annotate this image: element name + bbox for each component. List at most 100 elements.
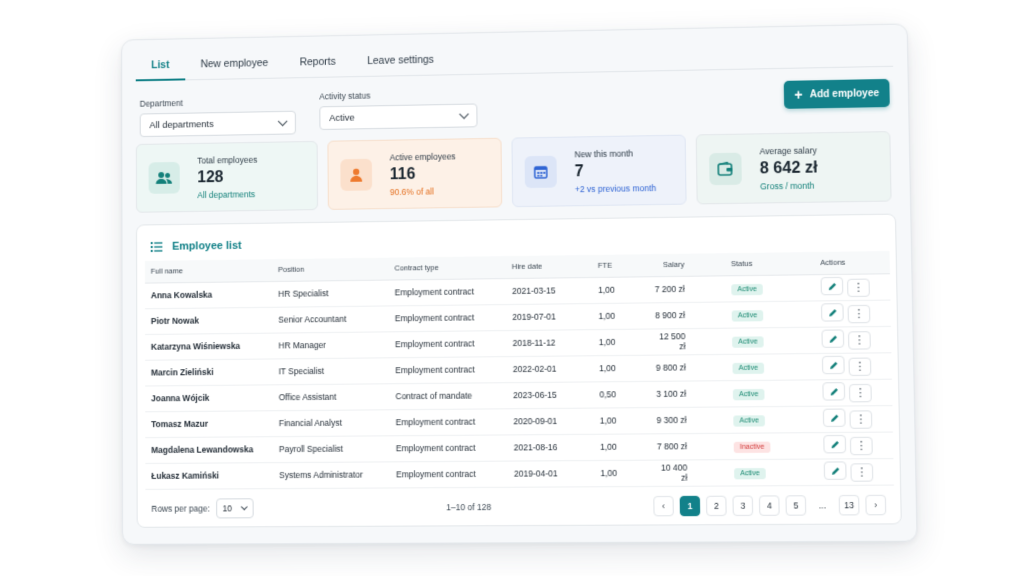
more-vertical-icon: ⋮ [852,281,865,294]
more-button[interactable]: ⋮ [847,278,870,298]
panel-title-text: Employee list [172,239,242,253]
more-button[interactable]: ⋮ [849,436,873,456]
rows-per-page-select[interactable]: 10 [215,498,254,519]
cell-hire-date: 2018-11-12 [506,329,593,357]
prev-page-button[interactable]: ‹ [653,495,674,517]
more-vertical-icon: ⋮ [853,307,865,320]
cell-full-name: Joanna Wójcik [145,384,273,412]
activity-filter: Activity status Active [319,89,478,131]
more-button[interactable]: ⋮ [848,383,872,403]
col-fte[interactable]: FTE [591,254,645,278]
edit-button[interactable] [820,276,844,296]
cell-fte: 1,00 [592,354,646,382]
col-contract-type[interactable]: Contract type [388,256,506,280]
edit-button[interactable] [823,461,847,480]
more-button[interactable]: ⋮ [847,304,871,324]
more-vertical-icon: ⋮ [854,386,867,399]
cell-hire-date: 2021-03-15 [505,277,593,305]
cell-position: Payroll Specialist [272,435,391,463]
col-status[interactable]: Status [724,252,815,276]
more-button[interactable]: ⋮ [848,357,872,377]
panel-title: Employee list [150,239,242,253]
status-badge: Active [733,415,766,427]
cell-actions: ⋮ [814,299,891,327]
department-filter: Department All departments [139,96,296,138]
edit-button[interactable] [823,434,847,454]
cell-contract-type: Employment contract [388,304,507,332]
cell-hire-date: 2020-09-01 [507,407,594,435]
cell-salary: 10 400 zł [646,459,729,486]
page-button[interactable]: 13 [838,494,860,516]
department-label: Department [139,98,183,109]
page-button[interactable]: 4 [758,495,780,516]
activity-select[interactable]: Active [319,103,478,131]
cell-salary: 12 500 zł [644,327,727,355]
cell-hire-date: 2022-02-01 [506,355,594,383]
edit-button[interactable] [820,303,844,322]
cell-fte: 1,00 [591,276,645,304]
chevron-down-icon [240,503,248,511]
more-vertical-icon: ⋮ [856,465,868,479]
user-icon [340,158,373,191]
cell-contract-type: Employment contract [390,460,509,488]
table-footer: Rows per page: 10 1–10 of 128 ‹ 1 2 3 4 5...… [138,487,901,527]
page-button[interactable]: 3 [732,495,754,516]
card-value: 116 [389,165,416,183]
next-page-button[interactable]: › [865,494,887,516]
pencil-icon [831,466,839,475]
cell-full-name: Anna Kowalska [144,281,273,309]
more-button[interactable]: ⋮ [850,463,874,482]
table-row[interactable]: Łukasz Kamiński Systems Administrator Empl… [145,458,894,489]
edit-button[interactable] [822,382,846,401]
cell-full-name: Marcin Zieliński [145,358,273,386]
cell-salary: 8 900 zł [644,301,726,329]
status-badge: Active [732,362,765,375]
pagination: ‹ 1 2 3 4 5... 13 › [653,494,887,517]
cell-status: Active [726,353,817,381]
cell-hire-date: 2019-04-01 [507,460,595,487]
col-salary[interactable]: Salary [643,253,726,277]
col-full-name[interactable]: Full name [144,259,273,283]
card-active-employees: Active employees 116 90.6% of all [327,137,503,210]
cell-full-name: Katarzyna Wiśniewska [145,332,273,360]
card-sub: Gross / month [760,180,815,191]
cell-fte: 1,00 [593,433,647,461]
edit-button[interactable] [822,408,846,427]
edit-button[interactable] [821,329,845,348]
cell-status: Active [727,458,818,486]
users-icon [148,161,180,194]
more-button[interactable]: ⋮ [849,410,873,429]
activity-value: Active [329,112,355,124]
more-vertical-icon: ⋮ [855,439,868,452]
tab-leave-settings[interactable]: Leave settings [351,46,450,78]
more-button[interactable]: ⋮ [848,331,871,350]
cell-salary: 9 300 zł [646,406,728,434]
page-button[interactable]: 5 [785,495,807,516]
col-hire-date[interactable]: Hire date [505,254,592,279]
chevron-down-icon [459,108,469,119]
cell-full-name: Tomasz Mazur [145,410,273,438]
more-vertical-icon: ⋮ [855,412,867,426]
calendar-icon [524,155,557,189]
department-select[interactable]: All departments [139,110,296,138]
page-button[interactable]: 1 [679,495,701,517]
tab-new-employee[interactable]: New employee [185,49,284,80]
edit-button[interactable] [821,355,845,375]
tab-reports[interactable]: Reports [284,48,352,79]
card-new-this-month: New this month 7 +2 vs previous month [511,134,687,208]
cell-salary: 3 100 zł [645,380,728,408]
chevron-down-icon [277,115,288,126]
cell-status: Active [725,326,816,354]
department-value: All departments [149,118,214,131]
col-position[interactable]: Position [272,257,389,282]
page-button[interactable]: 2 [706,495,727,517]
cell-actions: ⋮ [814,273,891,301]
cell-actions: ⋮ [816,378,893,406]
tab-list[interactable]: List [135,51,185,82]
cell-fte: 0,50 [593,380,647,408]
add-employee-button[interactable]: + Add employee [783,78,890,109]
plus-icon: + [794,86,803,103]
pencil-icon [830,440,839,448]
activity-label: Activity status [319,90,371,102]
cell-hire-date: 2019-07-01 [506,303,593,331]
